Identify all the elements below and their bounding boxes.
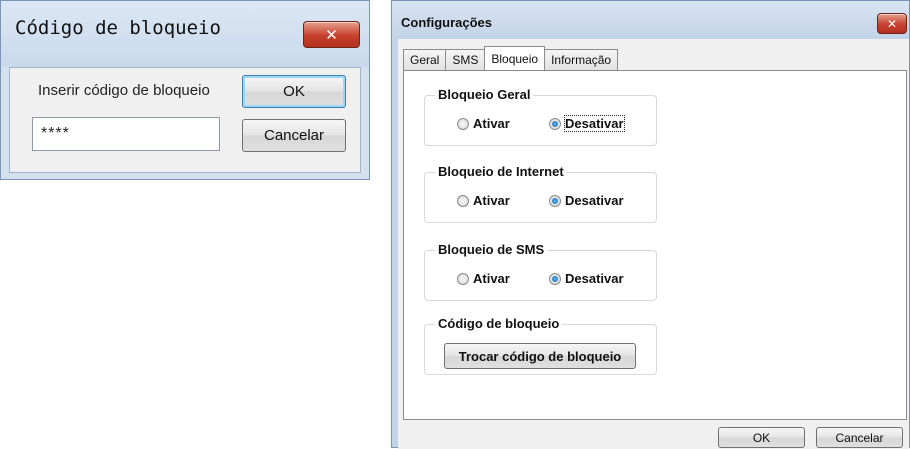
settings-dialog-titlebar[interactable]: Configurações ✕ — [392, 1, 909, 39]
internet-lock-disable-radio[interactable]: Desativar — [549, 193, 624, 208]
close-icon: ✕ — [886, 16, 898, 31]
radio-unchecked-icon — [457, 194, 469, 207]
lock-dialog-title: Código de bloqueio — [15, 17, 221, 39]
internet-lock-enable-label: Ativar — [473, 193, 510, 208]
general-lock-title: Bloqueio Geral — [435, 87, 534, 102]
lock-dialog-body: Inserir código de bloqueio **** OK Cance… — [9, 67, 361, 173]
settings-dialog: Configurações ✕ Geral SMS Bloqueio Infor… — [391, 0, 910, 449]
lock-code-dialog: Código de bloqueio ✕ Inserir código de b… — [0, 0, 370, 180]
general-lock-enable-label: Ativar — [473, 116, 510, 131]
settings-cancel-button[interactable]: Cancelar — [816, 427, 903, 448]
radio-checked-icon — [549, 194, 561, 207]
radio-checked-icon — [549, 272, 561, 285]
radio-checked-icon — [549, 117, 561, 130]
internet-lock-title: Bloqueio de Internet — [435, 164, 567, 179]
radio-unchecked-icon — [457, 272, 469, 285]
internet-lock-enable-radio[interactable]: Ativar — [457, 193, 510, 208]
sms-lock-disable-label: Desativar — [565, 271, 624, 286]
lock-dialog-cancel-button[interactable]: Cancelar — [242, 119, 346, 152]
tab-geral[interactable]: Geral — [403, 49, 447, 70]
radio-unchecked-icon — [457, 117, 469, 130]
sms-lock-title: Bloqueio de SMS — [435, 242, 548, 257]
settings-dialog-close-button[interactable]: ✕ — [877, 13, 907, 34]
lock-code-input[interactable]: **** — [32, 117, 220, 151]
tab-sms[interactable]: SMS — [445, 49, 486, 70]
lock-dialog-close-button[interactable]: ✕ — [303, 21, 360, 48]
settings-tab-bar: Geral SMS Bloqueio Informação — [403, 46, 619, 70]
settings-dialog-title: Configurações — [401, 15, 493, 30]
general-lock-disable-radio[interactable]: Desativar — [549, 115, 625, 132]
sms-lock-enable-label: Ativar — [473, 271, 510, 286]
bloqueio-tab-panel: Bloqueio Geral Ativar Desativar Bloqueio… — [403, 70, 907, 420]
general-lock-group: Bloqueio Geral Ativar Desativar — [424, 87, 657, 146]
internet-lock-disable-label: Desativar — [565, 193, 624, 208]
lock-dialog-titlebar[interactable]: Código de bloqueio ✕ — [1, 1, 369, 67]
general-lock-enable-radio[interactable]: Ativar — [457, 116, 510, 131]
internet-lock-group: Bloqueio de Internet Ativar Desativar — [424, 164, 657, 223]
settings-dialog-body: Geral SMS Bloqueio Informação Bloqueio G… — [398, 39, 909, 449]
close-icon: ✕ — [325, 25, 338, 44]
lock-dialog-ok-button[interactable]: OK — [242, 75, 346, 108]
lock-code-group-title: Código de bloqueio — [435, 316, 563, 331]
tab-bloqueio[interactable]: Bloqueio — [484, 46, 546, 70]
sms-lock-enable-radio[interactable]: Ativar — [457, 271, 510, 286]
change-lock-code-button[interactable]: Trocar código de bloqueio — [444, 343, 636, 369]
settings-ok-button[interactable]: OK — [718, 427, 805, 448]
sms-lock-group: Bloqueio de SMS Ativar Desativar — [424, 242, 657, 301]
tab-informacao[interactable]: Informação — [544, 49, 619, 70]
lock-code-group: Código de bloqueio Trocar código de bloq… — [424, 316, 657, 375]
general-lock-disable-label: Desativar — [564, 115, 625, 132]
lock-code-prompt: Inserir código de bloqueio — [38, 82, 210, 99]
sms-lock-disable-radio[interactable]: Desativar — [549, 271, 624, 286]
